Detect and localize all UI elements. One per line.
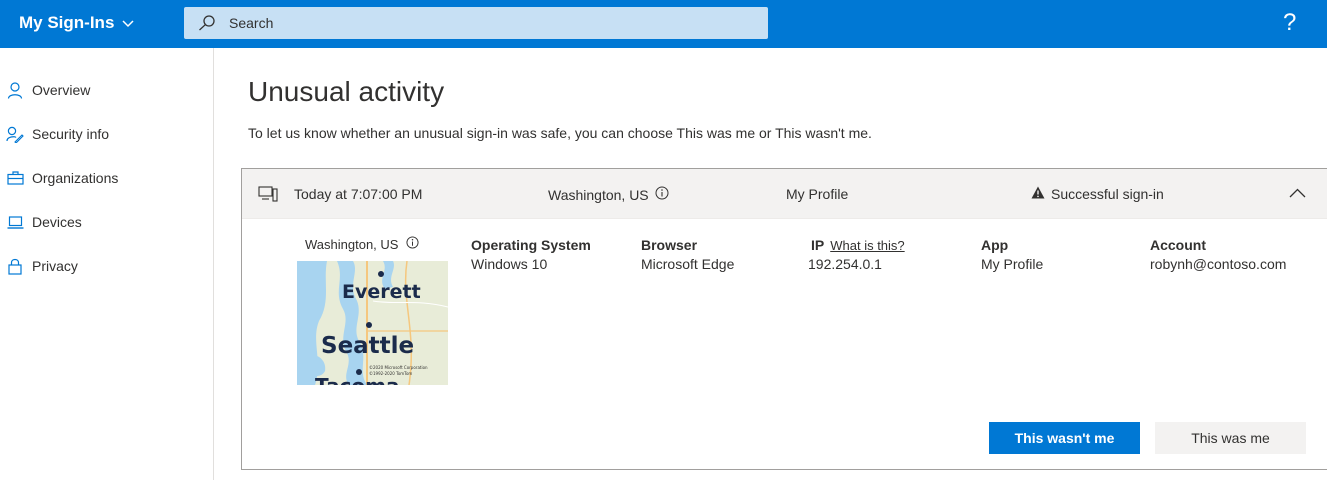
detail-os-value: Windows 10 [471,256,548,272]
sidebar-item-overview[interactable]: Overview [6,76,206,104]
sidebar: Overview Security info Organizations Dev… [0,48,214,480]
sidebar-item-devices[interactable]: Devices [6,208,206,236]
sidebar-item-label: Security info [32,126,110,142]
security-info-icon [6,125,24,143]
info-icon[interactable] [406,236,419,252]
signin-card-header[interactable]: Today at 7:07:00 PM Washington, US My Pr… [242,169,1327,219]
this-was-me-button[interactable]: This was me [1155,422,1306,454]
signin-card: Today at 7:07:00 PM Washington, US My Pr… [241,168,1327,470]
chevron-down-icon [122,13,134,33]
detail-app-value: My Profile [981,256,1044,272]
search-box[interactable] [184,7,768,39]
detail-browser-value: Microsoft Edge [641,256,735,272]
signin-app: My Profile [786,186,849,202]
warning-icon [1031,186,1045,202]
signin-location: Washington, US [548,186,669,203]
detail-ip-value: 192.254.0.1 [808,256,882,272]
app-switcher[interactable]: My Sign-Ins [19,13,134,33]
signin-status: Successful sign-in [1031,186,1164,202]
briefcase-icon [6,169,24,187]
detail-os-label: Operating System [471,237,591,253]
map-copyright-tomtom: ©1992-2020 TomTom [369,371,412,376]
app-title: My Sign-Ins [19,13,115,32]
top-bar: My Sign-Ins ? [0,0,1327,48]
detail-account: Account robynh@contoso.com [1150,237,1286,272]
map-label-seattle: Seattle [321,333,414,359]
info-icon[interactable] [655,186,669,203]
signin-location-text: Washington, US [548,186,649,203]
detail-app-label: App [981,237,1009,253]
detail-os: Operating System Windows 10 [471,237,591,272]
search-input[interactable] [229,7,749,39]
sidebar-item-security-info[interactable]: Security info [6,120,206,148]
detail-ip: IP What is this? 192.254.0.1 [808,237,905,272]
sidebar-item-label: Overview [32,82,91,98]
this-wasnt-me-button[interactable]: This wasn't me [989,422,1140,454]
detail-location-text: Washington, US [305,236,399,252]
main-content: Unusual activity To let us know whether … [214,48,1327,480]
detail-account-label: Account [1150,237,1206,253]
detail-account-value: robynh@contoso.com [1150,256,1287,272]
what-is-this-link[interactable]: What is this? [830,238,904,253]
sidebar-item-label: Organizations [32,170,119,186]
signin-status-text: Successful sign-in [1051,186,1164,202]
sidebar-item-label: Devices [32,214,82,230]
map-copyright-microsoft: ©2020 Microsoft Corporation [369,365,428,370]
lock-icon [6,257,24,275]
detail-app: App My Profile [981,237,1043,272]
page-description: To let us know whether an unusual sign-i… [248,125,872,141]
detail-browser-label: Browser [641,237,698,253]
location-map: Everett Seattle Tacoma ©2020 Microsoft C… [297,261,448,385]
sidebar-item-privacy[interactable]: Privacy [6,252,206,280]
detail-ip-header: IP What is this? [811,237,905,253]
search-icon [198,15,216,36]
detail-browser: Browser Microsoft Edge [641,237,734,272]
chevron-up-icon[interactable] [1289,185,1306,203]
laptop-icon [6,213,24,231]
help-icon[interactable]: ? [1283,9,1296,37]
detail-ip-label: IP [811,237,825,253]
map-label-everett: Everett [342,281,421,303]
device-icon [258,186,278,202]
sidebar-item-label: Privacy [32,258,78,274]
person-icon [6,81,24,99]
page-title: Unusual activity [248,76,445,107]
sidebar-item-organizations[interactable]: Organizations [6,164,206,192]
signin-time: Today at 7:07:00 PM [294,186,423,202]
detail-location: Washington, US [305,236,419,252]
